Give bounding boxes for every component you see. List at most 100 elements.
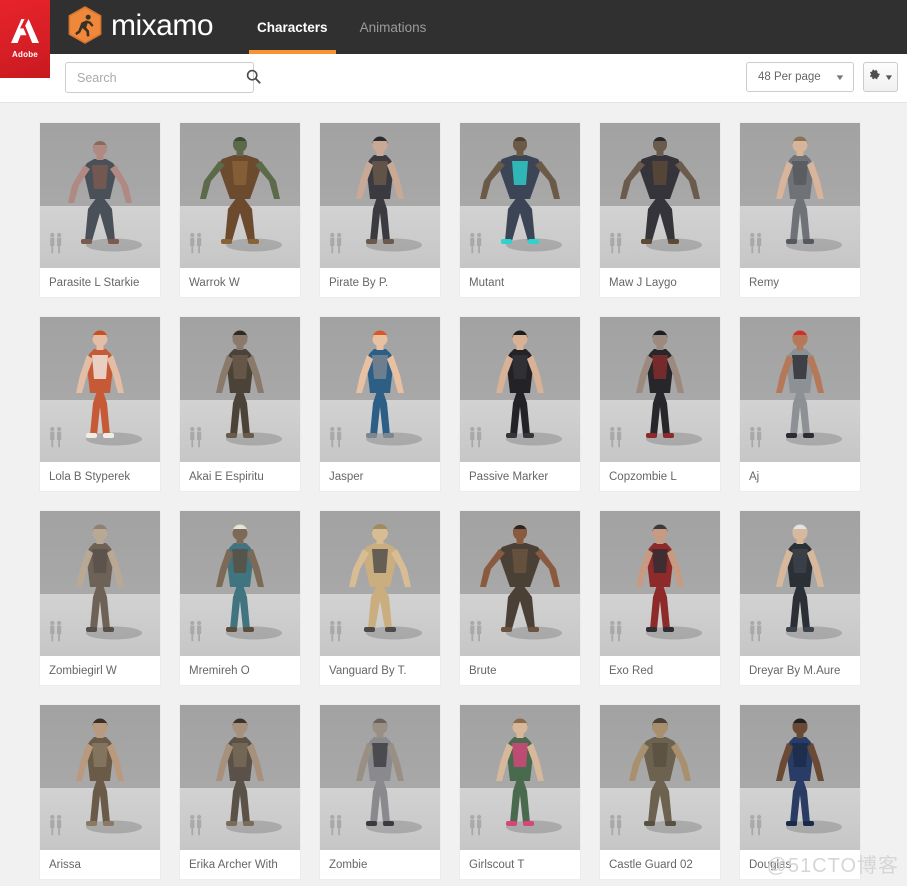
character-thumbnail[interactable] bbox=[460, 705, 580, 850]
character-card[interactable]: Vanguard By T. bbox=[320, 511, 440, 685]
character-name: Castle Guard 02 bbox=[609, 858, 693, 871]
character-thumbnail[interactable] bbox=[460, 317, 580, 462]
character-card[interactable]: Maw J Laygo bbox=[600, 123, 720, 297]
character-card[interactable]: Dreyar By M.Aure bbox=[740, 511, 860, 685]
app-header: Adobe mixamo Characters Animations bbox=[0, 0, 907, 78]
character-thumbnail[interactable] bbox=[460, 511, 580, 656]
tab-animations[interactable]: Animations bbox=[344, 0, 443, 54]
character-name: Dreyar By M.Aure bbox=[749, 664, 841, 677]
human-scale-reference-icon bbox=[48, 620, 64, 647]
character-card[interactable]: Girlscout T bbox=[460, 705, 580, 879]
character-name: Exo Red bbox=[609, 664, 654, 677]
human-scale-reference-icon bbox=[328, 426, 344, 453]
character-card[interactable]: Warrok W bbox=[180, 123, 300, 297]
character-thumbnail[interactable] bbox=[600, 511, 720, 656]
human-scale-reference-icon bbox=[188, 426, 204, 453]
character-thumbnail[interactable] bbox=[600, 317, 720, 462]
character-thumbnail[interactable] bbox=[320, 123, 440, 268]
character-thumbnail[interactable] bbox=[40, 511, 160, 656]
character-name: Warrok W bbox=[189, 276, 240, 289]
character-thumbnail[interactable] bbox=[740, 511, 860, 656]
human-scale-reference-icon bbox=[188, 814, 204, 841]
character-name: Vanguard By T. bbox=[329, 664, 407, 677]
character-name: Remy bbox=[749, 276, 780, 289]
character-card[interactable]: Copzombie L bbox=[600, 317, 720, 491]
character-name: Passive Marker bbox=[469, 470, 549, 483]
character-card[interactable]: Arissa bbox=[40, 705, 160, 879]
character-thumbnail[interactable] bbox=[740, 123, 860, 268]
character-thumbnail[interactable] bbox=[180, 705, 300, 850]
character-thumbnail[interactable] bbox=[320, 511, 440, 656]
human-scale-reference-icon bbox=[608, 426, 624, 453]
character-thumbnail[interactable] bbox=[740, 705, 860, 850]
character-card[interactable]: Jasper bbox=[320, 317, 440, 491]
character-card[interactable]: Passive Marker bbox=[460, 317, 580, 491]
character-name: Douglas bbox=[749, 858, 792, 871]
human-scale-reference-icon bbox=[328, 620, 344, 647]
character-name: Zombie bbox=[329, 858, 368, 871]
character-name: Zombiegirl W bbox=[49, 664, 117, 677]
character-card[interactable]: Pirate By P. bbox=[320, 123, 440, 297]
character-card[interactable]: Mremireh O bbox=[180, 511, 300, 685]
character-thumbnail[interactable] bbox=[320, 705, 440, 850]
character-name: Brute bbox=[469, 664, 497, 677]
character-name: Mutant bbox=[469, 276, 505, 289]
character-name: Mremireh O bbox=[189, 664, 250, 677]
character-card[interactable]: Brute bbox=[460, 511, 580, 685]
character-thumbnail[interactable] bbox=[460, 123, 580, 268]
character-card[interactable]: Castle Guard 02 bbox=[600, 705, 720, 879]
character-card[interactable]: Lola B Styperek bbox=[40, 317, 160, 491]
human-scale-reference-icon bbox=[468, 814, 484, 841]
per-page-select[interactable]: 48 Per page ▼ bbox=[746, 62, 854, 92]
character-card[interactable]: Exo Red bbox=[600, 511, 720, 685]
toolbar: 48 Per page ▼ ▼ bbox=[0, 54, 907, 103]
character-name: Aj bbox=[749, 470, 760, 483]
human-scale-reference-icon bbox=[48, 426, 64, 453]
character-card[interactable]: Parasite L Starkie bbox=[40, 123, 160, 297]
tab-characters[interactable]: Characters bbox=[241, 0, 344, 54]
human-scale-reference-icon bbox=[48, 814, 64, 841]
main-nav: Characters Animations bbox=[241, 0, 442, 54]
character-card[interactable]: Aj bbox=[740, 317, 860, 491]
human-scale-reference-icon bbox=[188, 232, 204, 259]
character-thumbnail[interactable] bbox=[40, 705, 160, 850]
character-name: Akai E Espiritu bbox=[189, 470, 264, 483]
mixamo-brand[interactable]: mixamo bbox=[68, 0, 214, 54]
character-thumbnail[interactable] bbox=[740, 317, 860, 462]
search-button[interactable] bbox=[246, 63, 261, 92]
human-scale-reference-icon bbox=[468, 232, 484, 259]
character-card[interactable]: Zombiegirl W bbox=[40, 511, 160, 685]
character-thumbnail[interactable] bbox=[180, 123, 300, 268]
character-card[interactable]: Remy bbox=[740, 123, 860, 297]
character-thumbnail[interactable] bbox=[180, 317, 300, 462]
human-scale-reference-icon bbox=[748, 232, 764, 259]
mixamo-hexagon-running-man-icon bbox=[68, 5, 102, 49]
adobe-logo[interactable]: Adobe bbox=[0, 0, 50, 78]
human-scale-reference-icon bbox=[328, 814, 344, 841]
gear-icon bbox=[868, 68, 882, 87]
search-input[interactable] bbox=[66, 63, 246, 92]
mixamo-wordmark: mixamo bbox=[111, 8, 214, 42]
character-name: Maw J Laygo bbox=[609, 276, 677, 289]
character-card[interactable]: Akai E Espiritu bbox=[180, 317, 300, 491]
character-thumbnail[interactable] bbox=[320, 317, 440, 462]
human-scale-reference-icon bbox=[748, 620, 764, 647]
search-box[interactable] bbox=[65, 62, 261, 93]
character-name: Girlscout T bbox=[469, 858, 525, 871]
character-thumbnail[interactable] bbox=[40, 123, 160, 268]
character-card[interactable]: Zombie bbox=[320, 705, 440, 879]
character-name: Copzombie L bbox=[609, 470, 677, 483]
character-name: Lola B Styperek bbox=[49, 470, 131, 483]
character-card[interactable]: Erika Archer With bbox=[180, 705, 300, 879]
character-thumbnail[interactable] bbox=[180, 511, 300, 656]
adobe-wordmark: Adobe bbox=[12, 50, 38, 59]
character-card[interactable]: Mutant bbox=[460, 123, 580, 297]
character-thumbnail[interactable] bbox=[600, 705, 720, 850]
character-thumbnail[interactable] bbox=[40, 317, 160, 462]
settings-button[interactable]: ▼ bbox=[863, 62, 898, 92]
character-card[interactable]: Douglas bbox=[740, 705, 860, 879]
human-scale-reference-icon bbox=[188, 620, 204, 647]
human-scale-reference-icon bbox=[468, 620, 484, 647]
character-thumbnail[interactable] bbox=[600, 123, 720, 268]
search-icon bbox=[246, 69, 261, 87]
